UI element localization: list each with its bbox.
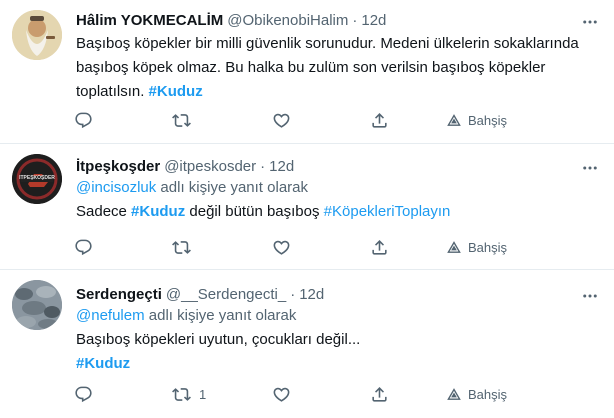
tweet-actions: 1 Bahşiş <box>74 382 534 406</box>
tip-button[interactable]: Bahşiş <box>446 382 507 406</box>
separator: · <box>352 11 358 29</box>
tweet-actions: Bahşiş <box>74 235 534 259</box>
reply-button[interactable] <box>74 108 93 132</box>
user-handle[interactable]: @itpeskosder <box>164 158 256 175</box>
avatar[interactable] <box>12 280 62 330</box>
retweet-icon <box>172 111 191 130</box>
reply-button[interactable] <box>74 382 93 406</box>
like-button[interactable] <box>272 235 291 259</box>
share-icon <box>370 385 389 404</box>
tip-button[interactable]: Bahşiş <box>446 108 507 132</box>
timestamp[interactable]: 12d <box>299 286 324 303</box>
hashtag-link[interactable]: #Kuduz <box>131 203 185 220</box>
separator: · <box>290 285 296 303</box>
tip-icon <box>446 112 462 128</box>
tweet-text: Başıboş köpekler bir milli güvenlik soru… <box>76 32 606 104</box>
retweet-icon <box>172 385 191 404</box>
retweet-icon <box>172 238 191 257</box>
tweet-actions: Bahşiş <box>74 108 534 132</box>
like-button[interactable] <box>272 108 291 132</box>
avatar[interactable]: İTPEŞKOŞDER <box>12 154 62 204</box>
reply-context: @incisozluk adlı kişiye yanıt olarak <box>76 176 606 200</box>
more-icon[interactable] <box>580 12 600 32</box>
text-segment: değil bütün başıboş <box>185 203 324 220</box>
reply-context: @nefulem adlı kişiye yanıt olarak <box>76 304 606 328</box>
user-handle[interactable]: @ObikenobiHalim <box>227 12 348 29</box>
reply-to-user-link[interactable]: @incisozluk <box>76 179 156 196</box>
share-icon <box>370 111 389 130</box>
retweet-button[interactable]: 1 <box>172 382 206 406</box>
heart-icon <box>272 238 291 257</box>
reply-button[interactable] <box>74 235 93 259</box>
share-button[interactable] <box>370 382 389 406</box>
text-segment: başıboş köpek olmaz. Bu halka bu zulüm s… <box>76 59 546 76</box>
tweet[interactable]: İTPEŞKOŞDER İtpeşkoşder @itpeskosder · 1… <box>0 144 614 270</box>
share-button[interactable] <box>370 108 389 132</box>
avatar-image <box>12 280 62 330</box>
avatar[interactable] <box>12 10 62 60</box>
tweet-text-line: başıboş köpek olmaz. Bu halka bu zulüm s… <box>76 56 606 80</box>
tweet-header: İtpeşkoşder @itpeskosder · 12d <box>76 156 294 176</box>
hashtag-link[interactable]: #KöpekleriToplayın <box>324 203 451 220</box>
hashtag-link[interactable]: #Kuduz <box>76 355 130 372</box>
tweet-text-line: toplatılsın. #Kuduz <box>76 80 606 104</box>
tweet-text: @nefulem adlı kişiye yanıt olarak Başıbo… <box>76 304 606 376</box>
text-segment: Başıboş köpekler bir milli güvenlik soru… <box>76 35 579 52</box>
reply-context-text: adlı kişiye yanıt olarak <box>156 179 309 196</box>
tweet[interactable]: Hâlim YOKMECALİM @ObikenobiHalim · 12d B… <box>0 0 614 144</box>
timestamp[interactable]: 12d <box>269 158 294 175</box>
avatar-logo-text: İTPEŞKOŞDER <box>19 175 55 181</box>
display-name[interactable]: Serdengeçti <box>76 286 162 303</box>
separator: · <box>260 157 266 175</box>
tip-button[interactable]: Bahşiş <box>446 235 507 259</box>
like-button[interactable] <box>272 382 291 406</box>
display-name[interactable]: İtpeşkoşder <box>76 158 160 175</box>
more-icon[interactable] <box>580 286 600 306</box>
tweet-text: @incisozluk adlı kişiye yanıt olarak Sad… <box>76 176 606 224</box>
reply-to-user-link[interactable]: @nefulem <box>76 307 145 324</box>
text-segment: Sadece <box>76 203 132 220</box>
share-icon <box>370 238 389 257</box>
tweet-text-line: Başıboş köpekler bir milli güvenlik soru… <box>76 32 606 56</box>
tip-icon <box>446 239 462 255</box>
timestamp[interactable]: 12d <box>361 12 386 29</box>
tweet[interactable]: Serdengeçti @__Serdengecti_ · 12d @neful… <box>0 270 614 418</box>
heart-icon <box>272 385 291 404</box>
reply-icon <box>74 385 93 404</box>
tweet-header: Hâlim YOKMECALİM @ObikenobiHalim · 12d <box>76 10 386 30</box>
text-segment: Başıboş köpekleri uyutun, çocukları deği… <box>76 331 361 348</box>
tip-label: Bahşiş <box>468 112 508 128</box>
tweet-text-line: Başıboş köpekleri uyutun, çocukları deği… <box>76 328 606 352</box>
text-segment: toplatılsın. <box>76 83 149 100</box>
reply-context-text: adlı kişiye yanıt olarak <box>144 307 297 324</box>
reply-icon <box>74 111 93 130</box>
tweet-text-line: Sadece #Kuduz değil bütün başıboş #Köpek… <box>76 200 606 224</box>
tweet-header: Serdengeçti @__Serdengecti_ · 12d <box>76 284 324 304</box>
more-icon[interactable] <box>580 158 600 178</box>
retweet-button[interactable] <box>172 235 199 259</box>
hashtag-link[interactable]: #Kuduz <box>149 83 203 100</box>
heart-icon <box>272 111 291 130</box>
tip-label: Bahşiş <box>468 386 508 402</box>
retweet-button[interactable] <box>172 108 199 132</box>
reply-icon <box>74 238 93 257</box>
tip-icon <box>446 386 462 402</box>
share-button[interactable] <box>370 235 389 259</box>
display-name[interactable]: Hâlim YOKMECALİM <box>76 12 223 29</box>
tweet-text-line: #Kuduz <box>76 352 606 376</box>
tip-label: Bahşiş <box>468 239 508 255</box>
user-handle[interactable]: @__Serdengecti_ <box>166 286 286 303</box>
avatar-image <box>12 10 62 60</box>
retweet-count: 1 <box>199 386 207 402</box>
